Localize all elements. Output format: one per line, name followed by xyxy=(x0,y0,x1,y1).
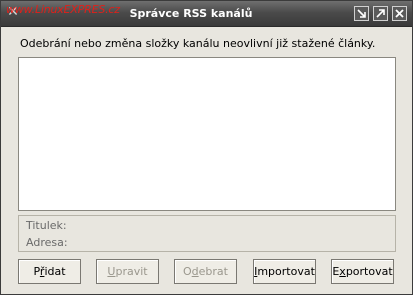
rss-manager-dialog: ✕ www.LinuxEXPRES.cz Správce RSS kanálů … xyxy=(0,0,413,295)
remove-button-label: O xyxy=(183,265,192,278)
maximize-button[interactable] xyxy=(373,6,388,21)
feed-details-panel: Titulek: Adresa: xyxy=(18,215,396,252)
title-bar[interactable]: ✕ www.LinuxEXPRES.cz Správce RSS kanálů xyxy=(1,1,412,27)
import-button-label-rest: mportovat xyxy=(257,265,315,278)
remove-button-mnemonic: d xyxy=(191,265,199,278)
import-button[interactable]: Importovat xyxy=(253,259,316,284)
close-icon xyxy=(395,9,404,18)
address-label: Adresa: xyxy=(26,236,68,249)
minimize-icon xyxy=(357,9,366,18)
info-message: Odebrání nebo změna složky kanálu neovli… xyxy=(20,37,376,50)
feed-list[interactable] xyxy=(18,57,396,211)
edit-button[interactable]: Upravit xyxy=(96,259,159,284)
window-title: Správce RSS kanálů xyxy=(129,7,253,20)
title-label: Titulek: xyxy=(26,219,67,232)
remove-button[interactable]: Odebrat xyxy=(174,259,237,284)
close-button[interactable] xyxy=(392,6,407,21)
edit-button-label-rest: pravit xyxy=(115,265,148,278)
minimize-button[interactable] xyxy=(354,6,369,21)
add-button[interactable]: Přidat xyxy=(18,259,81,284)
add-button-label-rest: idat xyxy=(44,265,66,278)
maximize-icon xyxy=(376,9,385,18)
remove-button-label-rest: ebrat xyxy=(198,265,228,278)
export-button[interactable]: Exportovat xyxy=(331,259,394,284)
export-button-label-rest: portovat xyxy=(345,265,393,278)
